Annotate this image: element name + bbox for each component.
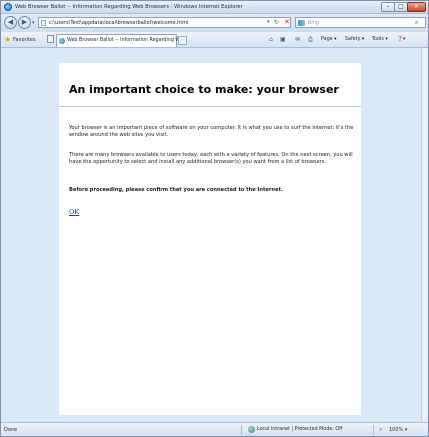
recent-pages-dropdown[interactable]: ▾: [32, 20, 35, 26]
forward-button[interactable]: ▶: [18, 16, 31, 29]
back-button[interactable]: ◀: [4, 16, 17, 29]
title-bar: Web Browser Ballot -- Information Regard…: [1, 1, 428, 14]
magnifier-icon[interactable]: ⌕: [379, 426, 382, 434]
intranet-globe-icon: [248, 426, 255, 433]
safety-menu[interactable]: Safety ▾: [345, 37, 364, 42]
address-bar[interactable]: c:\users\Test\appdata\local\browserballo…: [38, 17, 291, 28]
page-title: An important choice to make: your browse…: [69, 83, 339, 96]
vertical-scrollbar[interactable]: [421, 48, 428, 422]
minimize-button[interactable]: –: [381, 2, 395, 12]
star-icon: ★: [4, 35, 12, 44]
tab-web-browser-ballot[interactable]: Web Browser Ballot -- Information Regard…: [56, 34, 187, 47]
confirm-connection-text: Before proceeding, please confirm that y…: [69, 187, 283, 193]
back-arrow-icon: ◀: [7, 18, 14, 26]
help-menu[interactable]: ❓▾: [397, 37, 405, 42]
ie-logo-icon: [4, 3, 12, 11]
page-icon: [41, 20, 46, 26]
tab-label: Web Browser Ballot -- Information Regard…: [67, 38, 188, 43]
command-bar: ★ Favorites Web Browser Ballot -- Inform…: [1, 32, 428, 48]
divider: [59, 106, 361, 107]
address-url[interactable]: c:\users\Test\appdata\local\browserballo…: [49, 20, 189, 26]
status-bar: Done Local intranet | Protected Mode: Of…: [1, 422, 428, 436]
forward-arrow-icon: ▶: [21, 18, 28, 26]
search-box[interactable]: Bing ⌕: [295, 17, 426, 28]
tools-menu[interactable]: Tools ▾: [372, 37, 388, 42]
intro-paragraph: Your browser is an important piece of so…: [69, 125, 354, 139]
status-text: Done: [4, 427, 18, 433]
page-menu[interactable]: Page ▾: [321, 37, 337, 42]
maximize-button[interactable]: □: [394, 2, 408, 12]
stop-icon[interactable]: ✕: [284, 18, 290, 26]
favorites-button[interactable]: ★ Favorites: [4, 35, 36, 45]
browser-window: Web Browser Ballot -- Information Regard…: [0, 0, 429, 437]
ok-link[interactable]: OK: [69, 208, 79, 216]
zone-label: Local intranet | Protected Mode: Off: [257, 427, 343, 432]
address-dropdown-icon[interactable]: ▾: [267, 19, 270, 25]
favorites-label: Favorites: [13, 37, 36, 43]
feeds-icon[interactable]: ▣: [280, 36, 286, 43]
bing-logo-icon: [298, 20, 305, 26]
refresh-icon[interactable]: ↻: [274, 19, 279, 26]
browsers-paragraph: There are many browsers available to use…: [69, 152, 353, 166]
search-input[interactable]: Bing: [308, 20, 319, 26]
zoom-level[interactable]: 100% ▾: [389, 427, 407, 433]
quick-tabs-icon[interactable]: [47, 35, 54, 43]
ballot-panel: An important choice to make: your browse…: [59, 63, 361, 415]
status-separator: [373, 425, 374, 435]
security-zone[interactable]: Local intranet | Protected Mode: Off: [248, 426, 343, 433]
tab-page-icon: [59, 38, 65, 44]
window-title: Web Browser Ballot -- Information Regard…: [15, 4, 243, 10]
new-tab-button[interactable]: [178, 36, 187, 45]
print-icon[interactable]: ⎙: [308, 36, 313, 44]
close-button[interactable]: ✕: [407, 2, 426, 12]
status-separator: [241, 425, 242, 435]
address-row: ◀ ▶ ▾ c:\users\Test\appdata\local\browse…: [1, 14, 428, 32]
home-icon[interactable]: ⌂: [269, 36, 273, 43]
read-mail-icon[interactable]: ✉: [295, 36, 300, 43]
search-icon[interactable]: ⌕: [415, 19, 418, 27]
content-viewport: An important choice to make: your browse…: [1, 48, 428, 422]
